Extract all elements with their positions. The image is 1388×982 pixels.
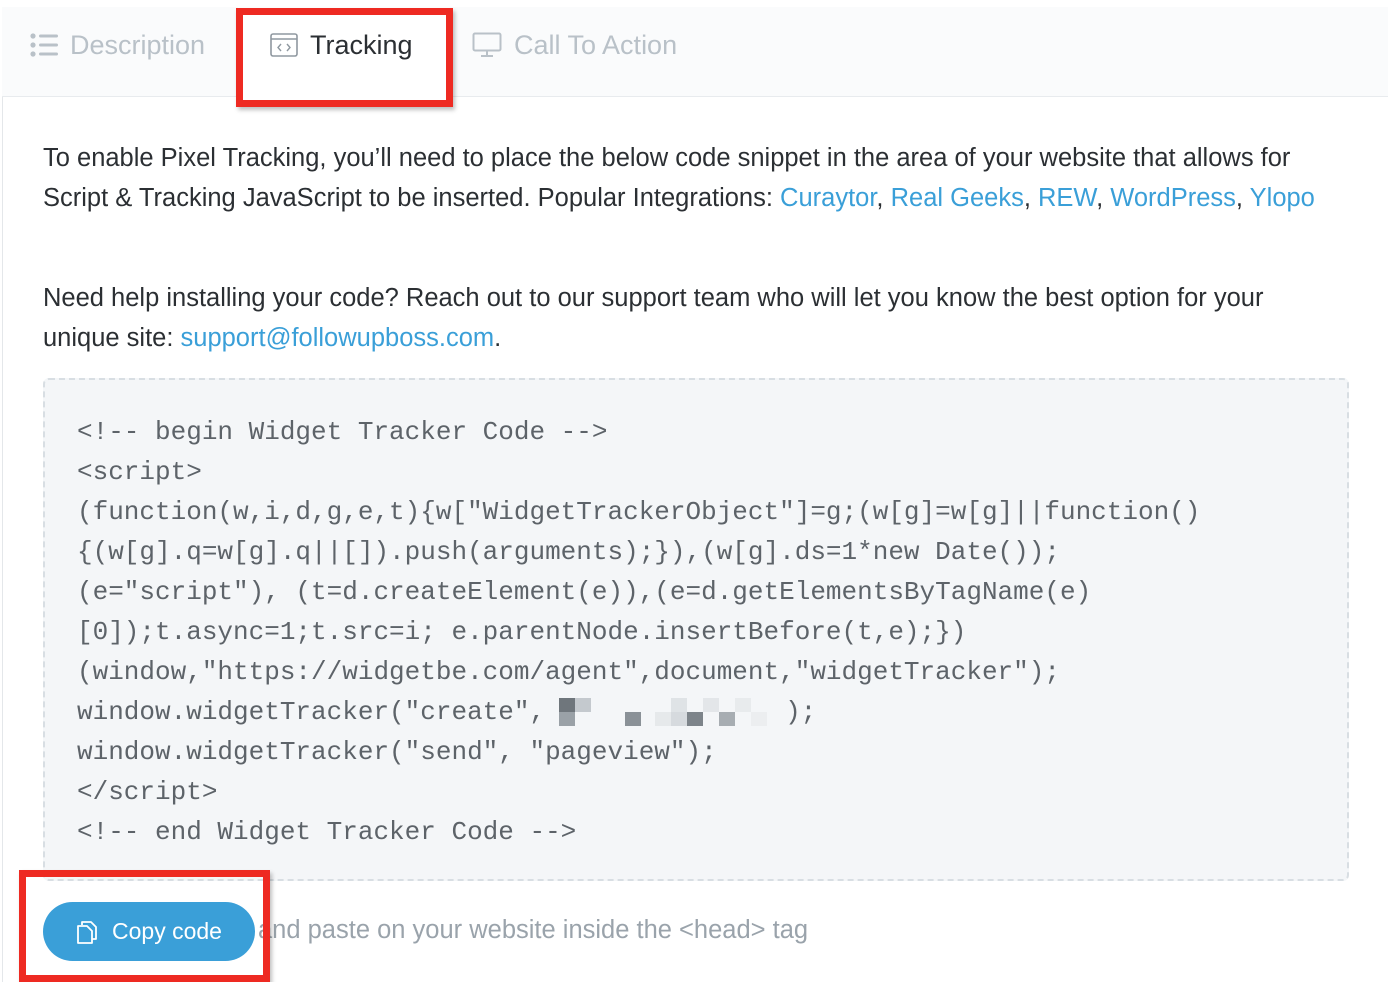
support-email-link[interactable]: support@followupboss.com <box>181 324 495 352</box>
tab-call-to-action[interactable]: Call To Action <box>472 0 677 90</box>
code-line: (function(w,i,d,g,e,t){w["WidgetTrackerO… <box>77 497 1201 527</box>
tab-tracking[interactable]: Tracking <box>270 0 413 90</box>
copy-code-button[interactable]: Copy code <box>43 902 255 961</box>
code-snippet-box[interactable]: <!-- begin Widget Tracker Code --> <scrip… <box>43 378 1349 881</box>
code-line: (e="script"), (t=d.createElement(e)),(e=… <box>77 577 1092 607</box>
tab-tracking-label: Tracking <box>310 29 413 60</box>
code-line: [0]);t.async=1;t.src=i; e.parentNode.ins… <box>77 617 967 647</box>
tab-description[interactable]: Description <box>30 0 205 90</box>
code-close-script-tail: ipt> <box>155 777 218 807</box>
code-line: {(w[g].q=w[g].q||[]).push(arguments);}),… <box>77 537 1060 567</box>
tab-call-to-action-label: Call To Action <box>514 29 678 60</box>
code-line-create: window.widgetTracker("create",); <box>77 692 1327 732</box>
help-paragraph: Need help installing your code? Reach ou… <box>43 278 1333 358</box>
tab-bar <box>2 7 1388 97</box>
code-line: (window,"https://widgetbe.com/agent",doc… <box>77 657 1060 687</box>
link-wordpress[interactable]: WordPress <box>1110 184 1236 212</box>
code-line: <!-- begin Widget Tracker Code --> <box>77 417 608 447</box>
link-ylopo[interactable]: Ylopo <box>1250 184 1315 212</box>
code-line: </script> <box>77 772 1327 812</box>
code-create-suffix: ); <box>785 697 817 727</box>
redacted-tracker-id <box>545 696 785 728</box>
paste-instructions: and paste on your website inside the <he… <box>258 916 809 944</box>
intro-text: To enable Pixel Tracking, you’ll need to… <box>43 144 1291 212</box>
code-close-script-head: </scr <box>77 777 156 807</box>
intro-paragraph: To enable Pixel Tracking, you’ll need to… <box>43 144 1315 212</box>
code-create-text: window.widgetTracker("create", <box>77 697 546 727</box>
link-real-geeks[interactable]: Real Geeks <box>891 184 1024 212</box>
tab-description-label: Description <box>70 29 206 60</box>
code-line: <!-- end Widget Tracker Code --> <box>77 817 577 847</box>
code-line: <script> <box>77 457 202 487</box>
copy-code-label: Copy code <box>112 918 222 944</box>
list-icon <box>30 32 58 58</box>
monitor-icon <box>472 32 502 58</box>
code-window-icon <box>270 33 298 57</box>
link-rew[interactable]: REW <box>1038 184 1096 212</box>
code-snippet: <!-- begin Widget Tracker Code --> <scrip… <box>77 412 1327 852</box>
help-period: . <box>494 324 502 352</box>
copy-icon <box>76 920 98 944</box>
code-line: window.widgetTracker("send", "pageview")… <box>77 737 717 767</box>
link-curaytor[interactable]: Curaytor <box>780 184 876 212</box>
